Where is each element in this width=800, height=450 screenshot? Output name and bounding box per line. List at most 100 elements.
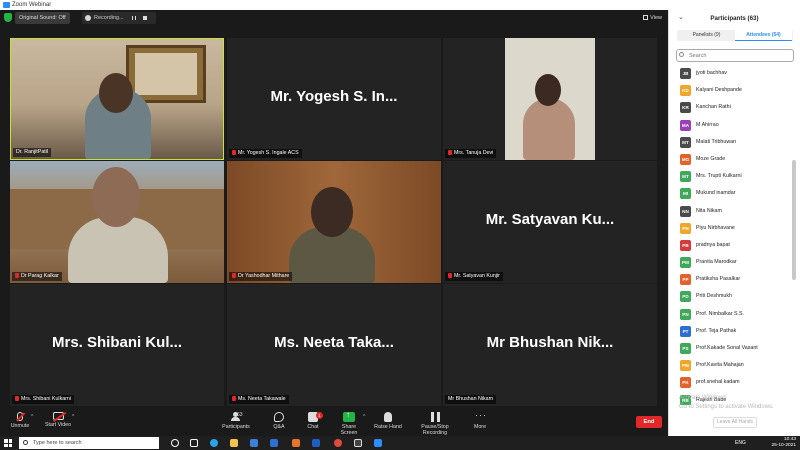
cortana-icon[interactable]	[171, 439, 179, 447]
taskbar-search-placeholder: Type here to search	[33, 440, 82, 446]
chat-button[interactable]: 1 Chat	[302, 412, 324, 430]
firefox-icon[interactable]	[292, 439, 300, 447]
word-icon[interactable]	[312, 439, 320, 447]
video-tile-4[interactable]: Dr Parag Kalkar	[10, 161, 224, 283]
video-tile-6[interactable]: Mr. Satyavan Ku... Mr. Satyavan Kunjir	[443, 161, 657, 283]
video-tile-1[interactable]: Dr. RanjitPatil	[10, 38, 224, 160]
attendee-row[interactable]: KD Kalyani Deshpande	[669, 82, 800, 99]
avatar: PP	[680, 274, 691, 286]
avatar: PN	[680, 308, 691, 320]
unmute-label: Unmute	[10, 423, 30, 429]
taskbar-search-box[interactable]: Type here to search	[19, 437, 159, 449]
attendee-row[interactable]: PN Piyu Nirbhavane	[669, 220, 800, 237]
unmute-button[interactable]: Unmute	[8, 412, 32, 429]
attendee-name: Prof. Teja Pathak	[696, 327, 737, 334]
attendee-row[interactable]: PK prof.snehal kadam	[669, 374, 800, 391]
media-app-icon[interactable]	[354, 439, 362, 447]
task-view-icon[interactable]	[190, 439, 198, 447]
attendee-name: Malati Tribhuwan	[696, 138, 737, 145]
start-video-label: Start Video	[44, 422, 72, 428]
avatar: MA	[680, 119, 691, 131]
attendee-row[interactable]: JB jyoti bachhav	[669, 65, 800, 82]
avatar: PN	[680, 222, 691, 234]
edge-browser-icon[interactable]	[210, 439, 218, 447]
attendee-row[interactable]: MI Mukund inamdar	[669, 185, 800, 202]
attendee-row[interactable]: PM Pranita Marodkar	[669, 254, 800, 271]
security-shield-icon[interactable]	[4, 13, 12, 22]
language-indicator[interactable]: ENG	[735, 440, 746, 446]
audio-options-caret-icon[interactable]: ^	[31, 414, 33, 420]
start-video-button[interactable]: Start Video	[44, 412, 72, 428]
attendee-row[interactable]: PD Priti Deshmukh	[669, 288, 800, 305]
raise-hand-button[interactable]: Raise Hand	[374, 412, 402, 430]
muted-mic-icon	[448, 273, 452, 278]
attendee-name: prof.snehal kadam	[696, 379, 740, 386]
attendee-row[interactable]: MG Moze Grade	[669, 151, 800, 168]
participants-button[interactable]: 63 Participants	[220, 412, 252, 430]
avatar: PM	[680, 360, 691, 372]
avatar: MI	[680, 188, 691, 200]
attendee-row[interactable]: NN Nita Nikam	[669, 203, 800, 220]
attendee-list-scrollbar[interactable]	[792, 160, 796, 280]
video-tile-9[interactable]: Mr Bhushan Nik... Mr Bhushan Nikam	[443, 284, 657, 406]
participants-panel: ⌄ Participants (63) Panelists (9) Attend…	[668, 10, 800, 436]
store-icon[interactable]	[250, 439, 258, 447]
attendee-row[interactable]: PM Prof.Kavita Mahajan	[669, 357, 800, 374]
share-screen-button[interactable]: Share Screen	[333, 410, 365, 436]
clock-date: 25-10-2021	[771, 443, 796, 448]
attendee-name: Kanchan Rathi	[696, 104, 731, 111]
pause-recording-label: Pause/Stop Recording	[421, 424, 449, 436]
recording-label: Recording...	[94, 15, 124, 21]
tab-attendees[interactable]: Attendees (54)	[735, 30, 792, 41]
mail-icon[interactable]	[270, 439, 278, 447]
attendee-row[interactable]: PT Prof. Teja Pathak	[669, 323, 800, 340]
more-button[interactable]: ··· More	[470, 411, 490, 431]
view-button[interactable]: View	[643, 13, 662, 23]
chrome-icon[interactable]	[334, 439, 342, 447]
video-tile-2[interactable]: Mr. Yogesh S. In... Mr. Yogesh S. Ingale…	[227, 38, 441, 160]
share-options-caret-icon[interactable]: ^	[363, 414, 365, 420]
attendee-row[interactable]: PP Pratiksha Pasalkar	[669, 271, 800, 288]
tab-panelists[interactable]: Panelists (9)	[678, 30, 735, 41]
attendee-row[interactable]: PN Prof. Nimbalkar S.S.	[669, 306, 800, 323]
attendee-row[interactable]: PB pradnya bapat	[669, 237, 800, 254]
attendee-name: Priti Deshmukh	[696, 293, 732, 300]
window-title: Zoom Webinar	[12, 2, 52, 8]
leave-all-hands-button[interactable]: Leave All Hands	[713, 417, 757, 428]
video-tile-8[interactable]: Ms. Neeta Taka... Ms. Neeta Takawale	[227, 284, 441, 406]
attendee-row[interactable]: MT Malati Tribhuwan	[669, 134, 800, 151]
muted-mic-icon	[232, 150, 236, 155]
system-clock[interactable]: 10:43 25-10-2021	[771, 437, 796, 449]
end-button[interactable]: End	[636, 416, 662, 428]
panel-title: Participants (63)	[710, 15, 759, 22]
attendee-row[interactable]: MA M Ahirrao	[669, 117, 800, 134]
avatar: MT	[680, 171, 691, 183]
file-explorer-icon[interactable]	[230, 439, 238, 447]
attendee-list[interactable]: JB jyoti bachhav KD Kalyani Deshpande KR Kanc…	[669, 65, 800, 405]
original-sound-button[interactable]: Original Sound: Off	[15, 12, 70, 24]
windows-start-icon[interactable]	[4, 439, 12, 447]
tile-name-label: Mr Bhushan Nikam	[445, 395, 497, 404]
video-tile-3[interactable]: Mrs. Tanuja Devi	[443, 38, 657, 160]
attendee-row[interactable]: KR Kanchan Rathi	[669, 99, 800, 116]
pause-recording-icon[interactable]	[132, 16, 136, 20]
zoom-taskbar-icon[interactable]	[374, 439, 382, 447]
attendee-name: M Ahirrao	[696, 121, 719, 128]
attendee-row[interactable]: MT Mrs. Trupti Kulkarni	[669, 168, 800, 185]
attendee-name: Nita Nikam	[696, 207, 722, 214]
zoom-logo-icon	[3, 2, 10, 8]
pause-recording-button[interactable]: Pause/Stop Recording	[409, 412, 461, 436]
panel-header: ⌄ Participants (63)	[669, 10, 800, 28]
avatar: PB	[680, 239, 691, 251]
participant-search-input[interactable]	[676, 49, 794, 62]
pause-stop-icon	[430, 412, 440, 422]
video-options-caret-icon[interactable]: ^	[72, 414, 74, 420]
video-tile-5[interactable]: Dr Yashodhar Mithare	[227, 161, 441, 283]
attendee-row[interactable]: PS Prof.Kakade Sonal Vasant	[669, 340, 800, 357]
stop-recording-icon[interactable]	[143, 16, 147, 20]
taskbar-search-icon	[23, 440, 28, 445]
video-tile-7[interactable]: Mrs. Shibani Kul... Mrs. Shibani Kulkarn…	[10, 284, 224, 406]
meeting-toolbar: Unmute ^ Start Video ^ 63 Participants Q…	[0, 410, 668, 436]
tile-name-label: Dr Yashodhar Mithare	[229, 272, 293, 281]
qa-button[interactable]: Q&A	[268, 412, 290, 430]
